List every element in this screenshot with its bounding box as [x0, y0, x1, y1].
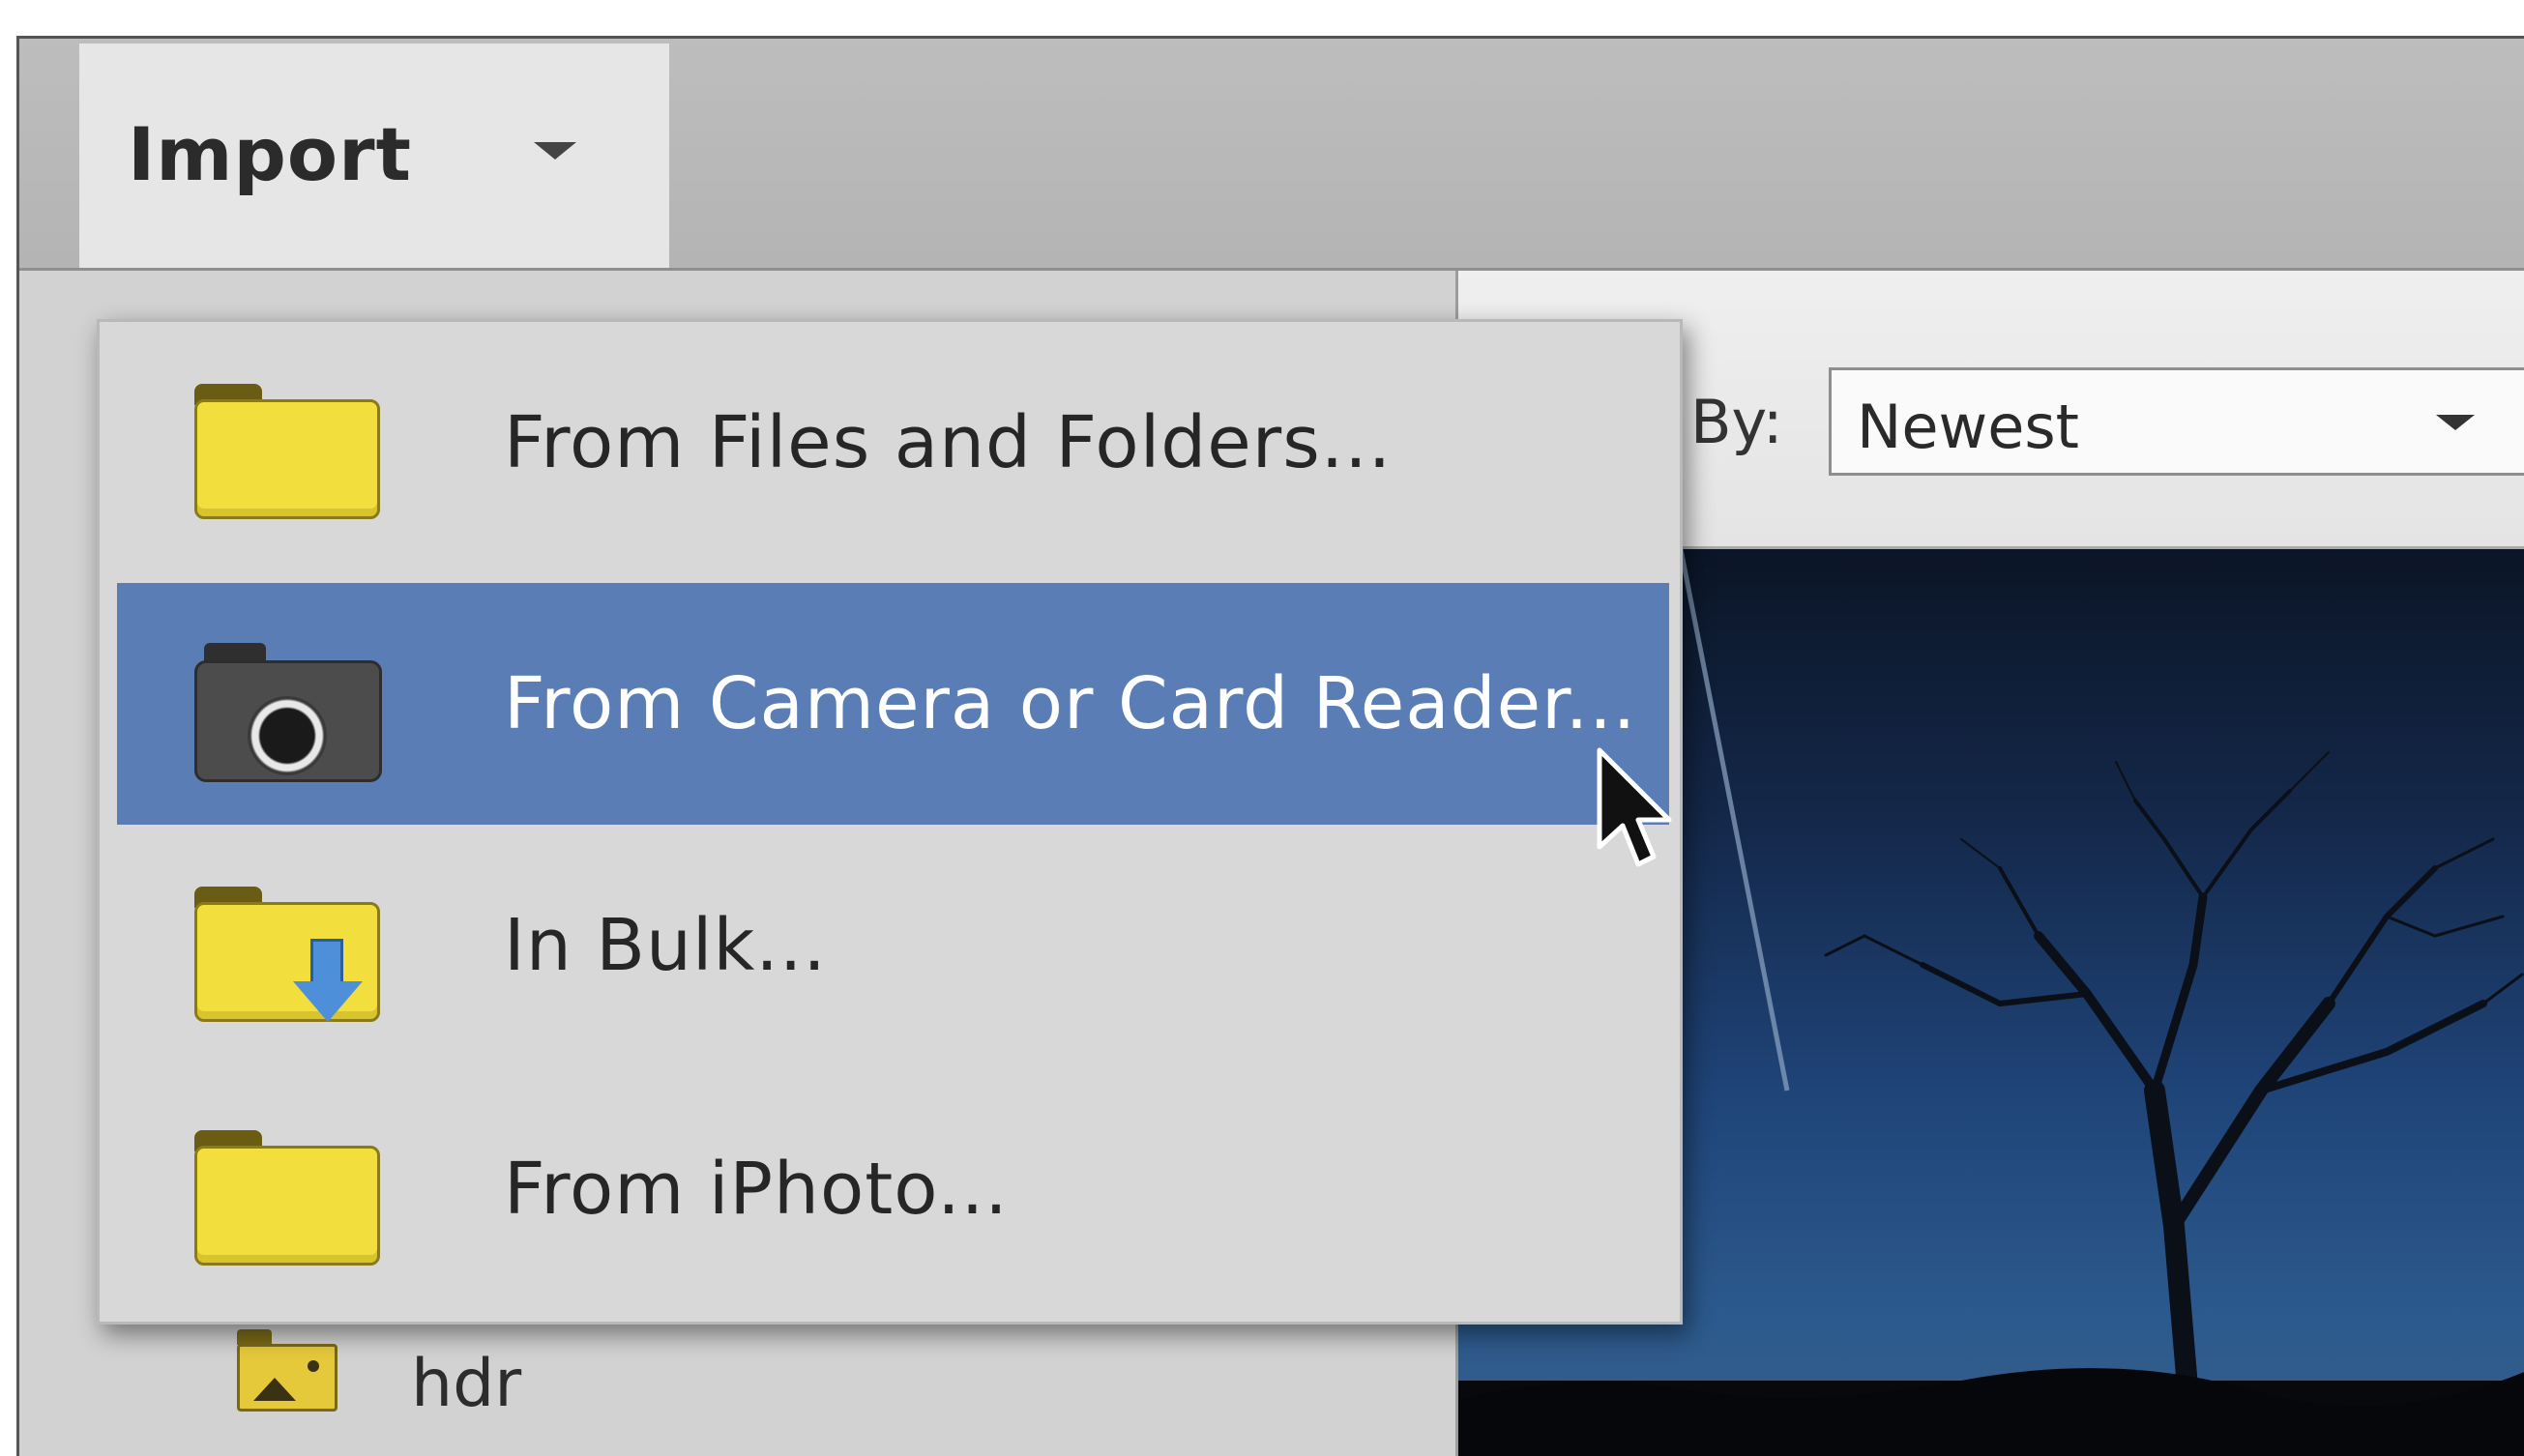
menu-item-in-bulk[interactable]: In Bulk... [117, 825, 1669, 1066]
menu-item-label: From Camera or Card Reader... [504, 662, 1637, 745]
import-button-label: Import [128, 111, 412, 197]
menu-item-from-camera-or-card-reader[interactable]: From Camera or Card Reader... [117, 583, 1669, 825]
folder-icon [194, 1126, 388, 1266]
menu-item-label: From iPhoto... [504, 1148, 1009, 1231]
sort-by-label: By: [1690, 387, 1783, 457]
image-album-icon [237, 1329, 338, 1412]
sort-order-value: Newest [1857, 392, 2079, 462]
import-dropdown-menu: From Files and Folders... From Camera or… [97, 319, 1683, 1325]
menu-item-label: In Bulk... [504, 904, 827, 987]
chevron-down-icon [534, 142, 576, 160]
sidebar-item-label: hdr [411, 1346, 522, 1422]
organizer-window: Import hdr By: Newest From Files and Fol… [16, 36, 2524, 1456]
sort-order-select[interactable]: Newest [1829, 367, 2524, 476]
toolbar: Import [19, 39, 2524, 271]
import-button[interactable]: Import [79, 44, 669, 268]
menu-item-from-files-and-folders[interactable]: From Files and Folders... [117, 322, 1669, 564]
folder-download-icon [194, 883, 388, 1022]
chevron-down-icon [2436, 415, 2475, 430]
camera-icon [194, 641, 388, 782]
menu-item-from-iphoto[interactable]: From iPhoto... [117, 1068, 1669, 1310]
menu-item-label: From Files and Folders... [504, 401, 1393, 484]
mouse-cursor-icon [1597, 747, 1672, 867]
folder-icon [194, 380, 388, 519]
